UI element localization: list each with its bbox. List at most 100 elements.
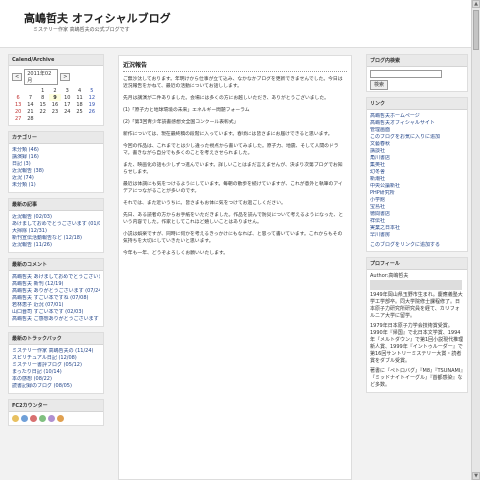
counter-digit-icon [21,415,28,422]
article-paragraph: 新作については、現在最終稿の段階に入っています。春頃には皆さまにお届けできると思… [123,132,333,137]
link-item[interactable]: 実業之日本社 [370,225,464,232]
link-item[interactable]: 中央公論新社 [370,183,464,190]
link-item[interactable]: 早川書房 [370,232,464,239]
article-paragraph: (2)「第3回青少年読書感想文全国コンクール表彰式」 [123,120,239,125]
trackback-item[interactable]: ミステリー作家 高嶋哲夫の (11/24) [12,348,100,355]
recent-comment-item[interactable]: 高嶋哲夫 ありがとうございます (07/24) [12,288,100,295]
counter-digit-icon [30,415,37,422]
category-item[interactable]: 未分類 (1) [12,182,100,189]
trackback-item[interactable]: スピリチュアル日記 (12/08) [12,355,100,362]
recent-post-item[interactable]: あけましておめでとうございます (01/01) [12,221,100,228]
link-item[interactable]: PHP研究所 [370,190,464,197]
calendar-week: 20 21 22 23 24 25 26 [14,108,96,115]
calendar-week: 13 14 15 16 17 18 19 [14,101,96,108]
trackback-item[interactable]: ミステリー書評ブログ (05/12) [12,362,100,369]
site-header: 高嶋哲夫 オフィシャルブログ ミステリー作家 高嶋哲夫の公式ブログです [0,0,471,48]
blog-search-input[interactable] [370,70,442,78]
trackback-item[interactable]: まったり日記 (10/14) [12,369,100,376]
counter-digit-icon [39,415,46,422]
trackback-item[interactable]: 本の感想 (08/22) [12,376,100,383]
article-paragraph: 小説は娯楽ですが、同時に何かを考えるきっかけにもなれば、と思って書いています。こ… [123,232,343,244]
article-paragraph: 先日、ある読者の方からお手紙をいただきました。作品を読んで防災について考えるよう… [123,213,344,225]
profile-text: 1949年岡山県玉野市生まれ。慶應義塾大学工学部卒。同大学院修士課程修了。日本原… [370,292,463,319]
category-item[interactable]: 未分類 (46) [12,147,100,154]
profile-box: プロフィール Author:高嶋哲夫 1949年岡山県玉野市生まれ。慶應義塾大学… [366,257,468,393]
article-paragraph: また、映画化の話も少しずつ進んでいます。詳しいことはまだ言えませんが、決まり次第… [123,163,343,175]
link-item[interactable]: 文藝春秋 [370,141,464,148]
calendar-title: Calend/Archive [9,55,103,66]
recent-comments-box: 最新のコメント 高嶋哲夫 あけましておめでとうございます (01/02) 高嶋哲… [8,258,104,327]
recent-post-item[interactable]: 大掃除 (12/31) [12,228,100,235]
recent-post-item[interactable]: 近況報告 (11/26) [12,242,100,249]
link-item[interactable]: 小学館 [370,197,464,204]
link-item[interactable]: このブログをお気に入りに追加 [370,134,464,141]
recent-comment-item[interactable]: 若林恵子 近況 (07/01) [12,302,100,309]
scrollbar-thumb[interactable] [473,10,479,50]
recent-posts-box: 最新の記事 近況報告 (02/03) あけましておめでとうございます (01/0… [8,198,104,253]
counter-digit-icon [57,415,64,422]
article-paragraph: それでは、また近いうちに。皆さまもお体に気をつけてお過ごしください。 [123,201,286,206]
article-paragraph: 今回の作品は、これまでとは少し違った視点から書いてみました。原子力、地震、そして… [123,144,339,156]
link-item[interactable]: 角川書店 [370,155,464,162]
link-item[interactable]: 集英社 [370,162,464,169]
link-item[interactable]: 高嶋哲夫ホームページ [370,113,464,120]
left-sidebar: Calend/Archive < 2011年02月 > 12345 6 7 8 9 10… [8,54,104,431]
article-paragraph: 最近は体調にも気をつけるようにしています。毎朝の散歩を続けていますが、これが意外… [123,182,343,194]
link-item[interactable]: 徳間書店 [370,211,464,218]
links-box: リンク 高嶋哲夫ホームページ 高嶋哲夫オフィシャルサイト 管理画面 このブログを… [366,97,468,252]
blog-search-title: ブログ内検索 [367,55,467,67]
calendar-prev-button[interactable]: < [12,73,23,81]
add-link-button[interactable]: このブログをリンクに追加する [370,242,440,248]
right-sidebar: ブログ内検索 検索 リンク 高嶋哲夫ホームページ 高嶋哲夫オフィシャルサイト 管… [366,54,468,398]
counter-digit-icon [48,415,55,422]
blog-search-button[interactable]: 検索 [370,80,389,90]
calendar-today[interactable]: 9 [48,94,62,101]
calendar-next-button[interactable]: > [60,73,71,81]
recent-comment-item[interactable]: 高嶋哲夫 新刊 (12/19) [12,281,100,288]
calendar-grid: 12345 6 7 8 9 10 11 12 13 14 15 16 17 18 19 20 21 22 23… [12,87,98,122]
category-item[interactable]: 日記 (3) [12,161,100,168]
profile-name: Author:高嶋哲夫 [370,273,409,279]
profile-text: 1979年日本原子力学会技術賞受賞。1990年『帰国』で北日本文学賞、1994年… [370,323,464,364]
page-scrollbar[interactable]: ▲ ▼ [471,0,480,480]
calendar-month-select[interactable]: 2011年02月 [24,69,59,85]
category-item[interactable]: 講演録 (16) [12,154,100,161]
scroll-down-icon[interactable]: ▼ [472,472,480,480]
counter-digit-icon [12,415,19,422]
link-item[interactable]: 管理画面 [370,127,464,134]
article-paragraph: ご無沙汰しております。年明けから仕事が立て込み、なかなかブログを更新できませんで… [123,77,343,89]
calendar-week: 12345 [41,87,94,94]
site-title[interactable]: 高嶋哲夫 オフィシャルブログ [24,10,171,26]
link-item[interactable]: 講談社 [370,148,464,155]
recent-comment-item[interactable]: 高嶋哲夫 ご感想ありがとうございます (01/25) [12,316,100,323]
trackback-item[interactable]: 読書記録のブログ (08/05) [12,383,100,390]
recent-post-item[interactable]: 新刊宣伝活動報告など (12/18) [12,235,100,242]
link-item[interactable]: 高嶋哲夫オフィシャルサイト [370,120,464,127]
profile-avatar [370,280,462,290]
article-paragraph: (1)「原子力と地球環境の未来」エネルギー問題フォーラム [123,108,250,113]
links-title: リンク [367,98,467,110]
main-content: 近況報告 ご無沙汰しております。年明けから仕事が立て込み、なかなかブログを更新で… [118,55,352,480]
counter-title: FC2カウンター [9,400,103,412]
profile-title: プロフィール [367,258,467,270]
link-item[interactable]: 新潮社 [370,176,464,183]
calendar-box: Calend/Archive < 2011年02月 > 12345 6 7 8 9 10… [8,54,104,126]
recent-posts-title: 最新の記事 [9,199,103,211]
site-description: ミステリー作家 高嶋哲夫の公式ブログです [33,27,130,33]
link-item[interactable]: 祥伝社 [370,218,464,225]
category-item[interactable]: 近況 (74) [12,175,100,182]
scroll-up-icon[interactable]: ▲ [472,0,480,8]
categories-title: カテゴリー [9,132,103,144]
recent-comment-item[interactable]: 高嶋哲夫 あけましておめでとうございます (01/02) [12,274,100,281]
recent-comment-item[interactable]: 高嶋哲夫 すごい本ですね (07/08) [12,295,100,302]
recent-trackbacks-title: 最新のトラックバック [9,333,103,345]
categories-box: カテゴリー 未分類 (46) 講演録 (16) 日記 (3) 近況報告 (38)… [8,131,104,193]
counter-box: FC2カウンター [8,399,104,426]
blog-search-box: ブログ内検索 検索 [366,54,468,92]
article-title[interactable]: 近況報告 [123,60,347,72]
link-item[interactable]: 宝島社 [370,204,464,211]
category-item[interactable]: 近況報告 (38) [12,168,100,175]
recent-post-item[interactable]: 近況報告 (02/03) [12,214,100,221]
recent-comment-item[interactable]: 山口晋司 すごい本です (02/03) [12,309,100,316]
link-item[interactable]: 幻冬舎 [370,169,464,176]
